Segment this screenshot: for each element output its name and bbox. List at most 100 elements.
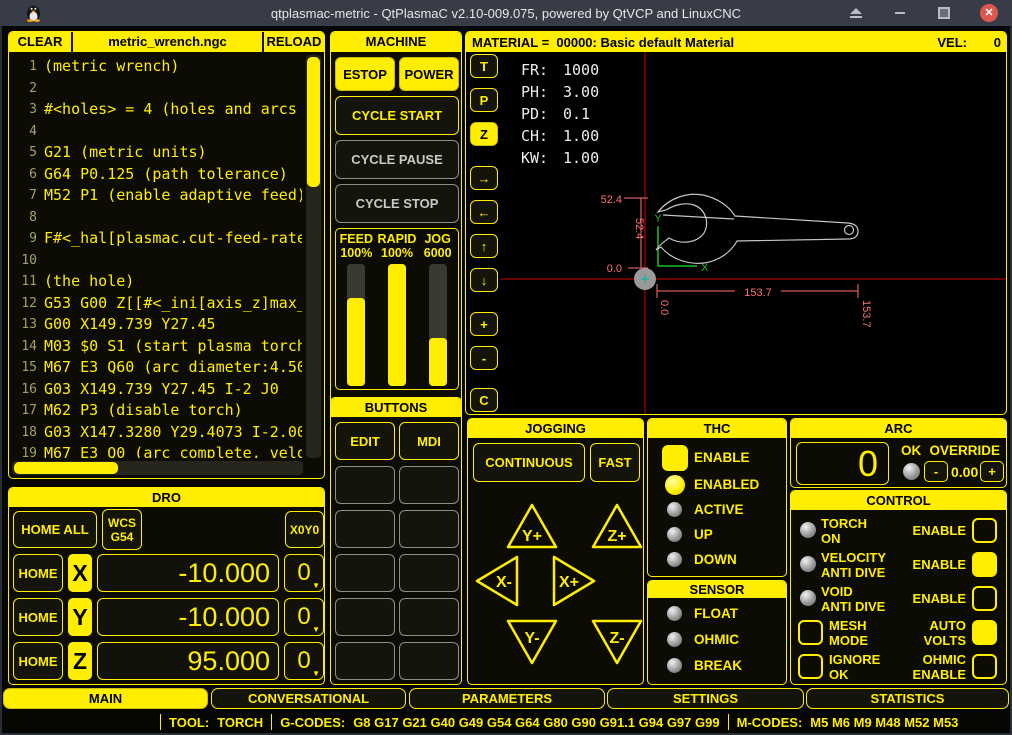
- set-x0y0-button[interactable]: X0Y0: [285, 511, 324, 548]
- mdi-button[interactable]: MDI: [399, 422, 459, 460]
- edit-button[interactable]: EDIT: [335, 422, 395, 460]
- ohmic-sensor-led: [667, 632, 682, 647]
- user-button-empty[interactable]: [399, 510, 459, 548]
- tab-main[interactable]: MAIN: [3, 688, 208, 709]
- estop-button[interactable]: ESTOP: [335, 57, 395, 91]
- clear-button[interactable]: CLEAR: [9, 32, 73, 52]
- arc-panel-title: ARC: [791, 419, 1006, 438]
- float-sensor-led: [667, 606, 682, 621]
- jog-z-minus-button[interactable]: Z-: [589, 615, 644, 669]
- gcode-line: 18G03 X147.3280 Y29.4073 I-2.00: [13, 422, 302, 444]
- breakaway-sensor-led: [667, 658, 682, 673]
- tab-statistics[interactable]: STATISTICS: [806, 688, 1009, 709]
- thc-enable-checkbox[interactable]: [662, 445, 688, 471]
- user-button-empty[interactable]: [335, 598, 395, 636]
- breakaway-sensor-label: BREAK: [694, 658, 742, 673]
- loaded-file-name[interactable]: metric_wrench.ngc: [73, 32, 264, 52]
- view-top-button[interactable]: T: [470, 54, 498, 78]
- jog-x-minus-button[interactable]: X-: [471, 553, 523, 609]
- pan-left-button[interactable]: ←: [470, 200, 498, 224]
- tab-settings[interactable]: SETTINGS: [607, 688, 804, 709]
- jog-y-plus-button[interactable]: Y+: [504, 499, 560, 553]
- velocity-label: VEL:: [937, 35, 967, 50]
- maximize-icon[interactable]: [936, 5, 952, 21]
- mesh-mode-checkbox[interactable]: [798, 620, 823, 645]
- scrollbar-thumb[interactable]: [14, 462, 118, 474]
- user-button-empty[interactable]: [399, 642, 459, 680]
- minimize-icon[interactable]: [892, 5, 908, 21]
- jog-mode-continuous-button[interactable]: CONTINUOUS: [473, 443, 585, 482]
- auto-volts-checkbox[interactable]: [972, 620, 997, 645]
- user-button-empty[interactable]: [335, 642, 395, 680]
- arc-override-minus-button[interactable]: -: [924, 461, 948, 482]
- jog-fast-button[interactable]: FAST: [590, 443, 640, 482]
- scrollbar-thumb[interactable]: [307, 57, 320, 187]
- x-axis-letter: X: [68, 554, 92, 592]
- view-perspective-button[interactable]: P: [470, 88, 498, 112]
- view-z-button[interactable]: Z: [470, 122, 498, 146]
- user-button-empty[interactable]: [335, 510, 395, 548]
- power-button[interactable]: POWER: [399, 57, 459, 91]
- arc-override-plus-button[interactable]: +: [980, 461, 1004, 482]
- jog-y-minus-button[interactable]: Y-: [504, 615, 560, 669]
- tab-conversational[interactable]: CONVERSATIONAL: [211, 688, 406, 709]
- jog-x-plus-button[interactable]: X+: [548, 553, 600, 609]
- home-y-button[interactable]: HOME: [13, 598, 63, 636]
- feed-override-value: 100%: [340, 246, 372, 261]
- x-axis-label: X: [701, 262, 709, 274]
- gcode-horizontal-scrollbar[interactable]: [12, 461, 303, 475]
- user-button-empty[interactable]: [399, 554, 459, 592]
- gcode-vertical-scrollbar[interactable]: [306, 55, 321, 458]
- reload-button[interactable]: RELOAD: [264, 32, 324, 52]
- cycle-start-button[interactable]: CYCLE START: [335, 96, 459, 135]
- wcs-g54-button[interactable]: WCSG54: [102, 509, 142, 550]
- void-anti-dive-enable-checkbox[interactable]: [972, 586, 997, 611]
- tab-parameters[interactable]: PARAMETERS: [409, 688, 605, 709]
- velocity-anti-dive-enable-checkbox[interactable]: [972, 552, 997, 577]
- zoom-in-button[interactable]: +: [470, 312, 498, 336]
- arc-panel: ARC 0 OK OVERRIDE - 0.00 +: [790, 418, 1007, 488]
- chevron-down-icon: ▼: [312, 669, 320, 678]
- jog-speed-slider[interactable]: [429, 264, 447, 386]
- torch-position-marker: [634, 268, 656, 290]
- pan-down-button[interactable]: ↓: [470, 268, 498, 292]
- user-button-empty[interactable]: [335, 466, 395, 504]
- zoom-out-button[interactable]: -: [470, 346, 498, 370]
- user-button-empty[interactable]: [399, 598, 459, 636]
- material-label[interactable]: MATERIAL = 00000: Basic default Material: [466, 35, 937, 50]
- gcode-line: 7M52 P1 (enable adaptive feed): [13, 185, 302, 207]
- x-zero-combo[interactable]: 0▼: [284, 554, 324, 592]
- pan-right-button[interactable]: →: [470, 166, 498, 190]
- status-bar: TOOL: TORCH G-CODES: G8 G17 G21 G40 G49 …: [0, 711, 1012, 733]
- home-all-button[interactable]: HOME ALL: [13, 511, 97, 548]
- dro-panel: DRO HOME ALL WCSG54 X0Y0 HOME X -10.000 …: [8, 487, 325, 685]
- float-sensor-label: FLOAT: [694, 606, 738, 621]
- svg-text:Z+: Z+: [607, 528, 626, 545]
- ohmic-probe-enable-checkbox[interactable]: [972, 654, 997, 679]
- user-button-empty[interactable]: [399, 466, 459, 504]
- gcode-line: 9F#<_hal[plasmac.cut-feed-rate]: [13, 228, 302, 250]
- preview-canvas[interactable]: 52.4 52.4 0.0 153.7 0.0 153.7 Y X: [501, 52, 1007, 415]
- user-button-empty[interactable]: [335, 554, 395, 592]
- jog-z-plus-button[interactable]: Z+: [589, 499, 644, 553]
- clear-view-button[interactable]: C: [470, 388, 498, 412]
- rapid-override-slider[interactable]: [388, 264, 406, 386]
- y-extent-span: 52.4: [633, 218, 645, 239]
- thc-panel-title: THC: [648, 419, 786, 438]
- gcode-line: 12G53 G00 Z[[#<_ini[axis_z]max_: [13, 293, 302, 315]
- mcodes-value: M5 M6 M9 M48 M52 M53: [810, 715, 958, 730]
- z-zero-combo[interactable]: 0▼: [284, 642, 324, 680]
- ignore-arc-ok-checkbox[interactable]: [798, 654, 823, 679]
- rollup-icon[interactable]: [848, 5, 864, 21]
- cycle-pause-button[interactable]: CYCLE PAUSE: [335, 140, 459, 179]
- close-icon[interactable]: ✕: [980, 4, 998, 22]
- cycle-stop-button[interactable]: CYCLE STOP: [335, 184, 459, 223]
- thc-up-led: [667, 527, 682, 542]
- feed-override-slider[interactable]: [347, 264, 365, 386]
- pan-up-button[interactable]: ↑: [470, 234, 498, 258]
- home-z-button[interactable]: HOME: [13, 642, 63, 680]
- home-x-button[interactable]: HOME: [13, 554, 63, 592]
- gcode-display[interactable]: 1(metric wrench) 2 3#<holes> = 4 (holes …: [13, 56, 302, 458]
- torch-enable-checkbox[interactable]: [972, 518, 997, 543]
- y-zero-combo[interactable]: 0▼: [284, 598, 324, 636]
